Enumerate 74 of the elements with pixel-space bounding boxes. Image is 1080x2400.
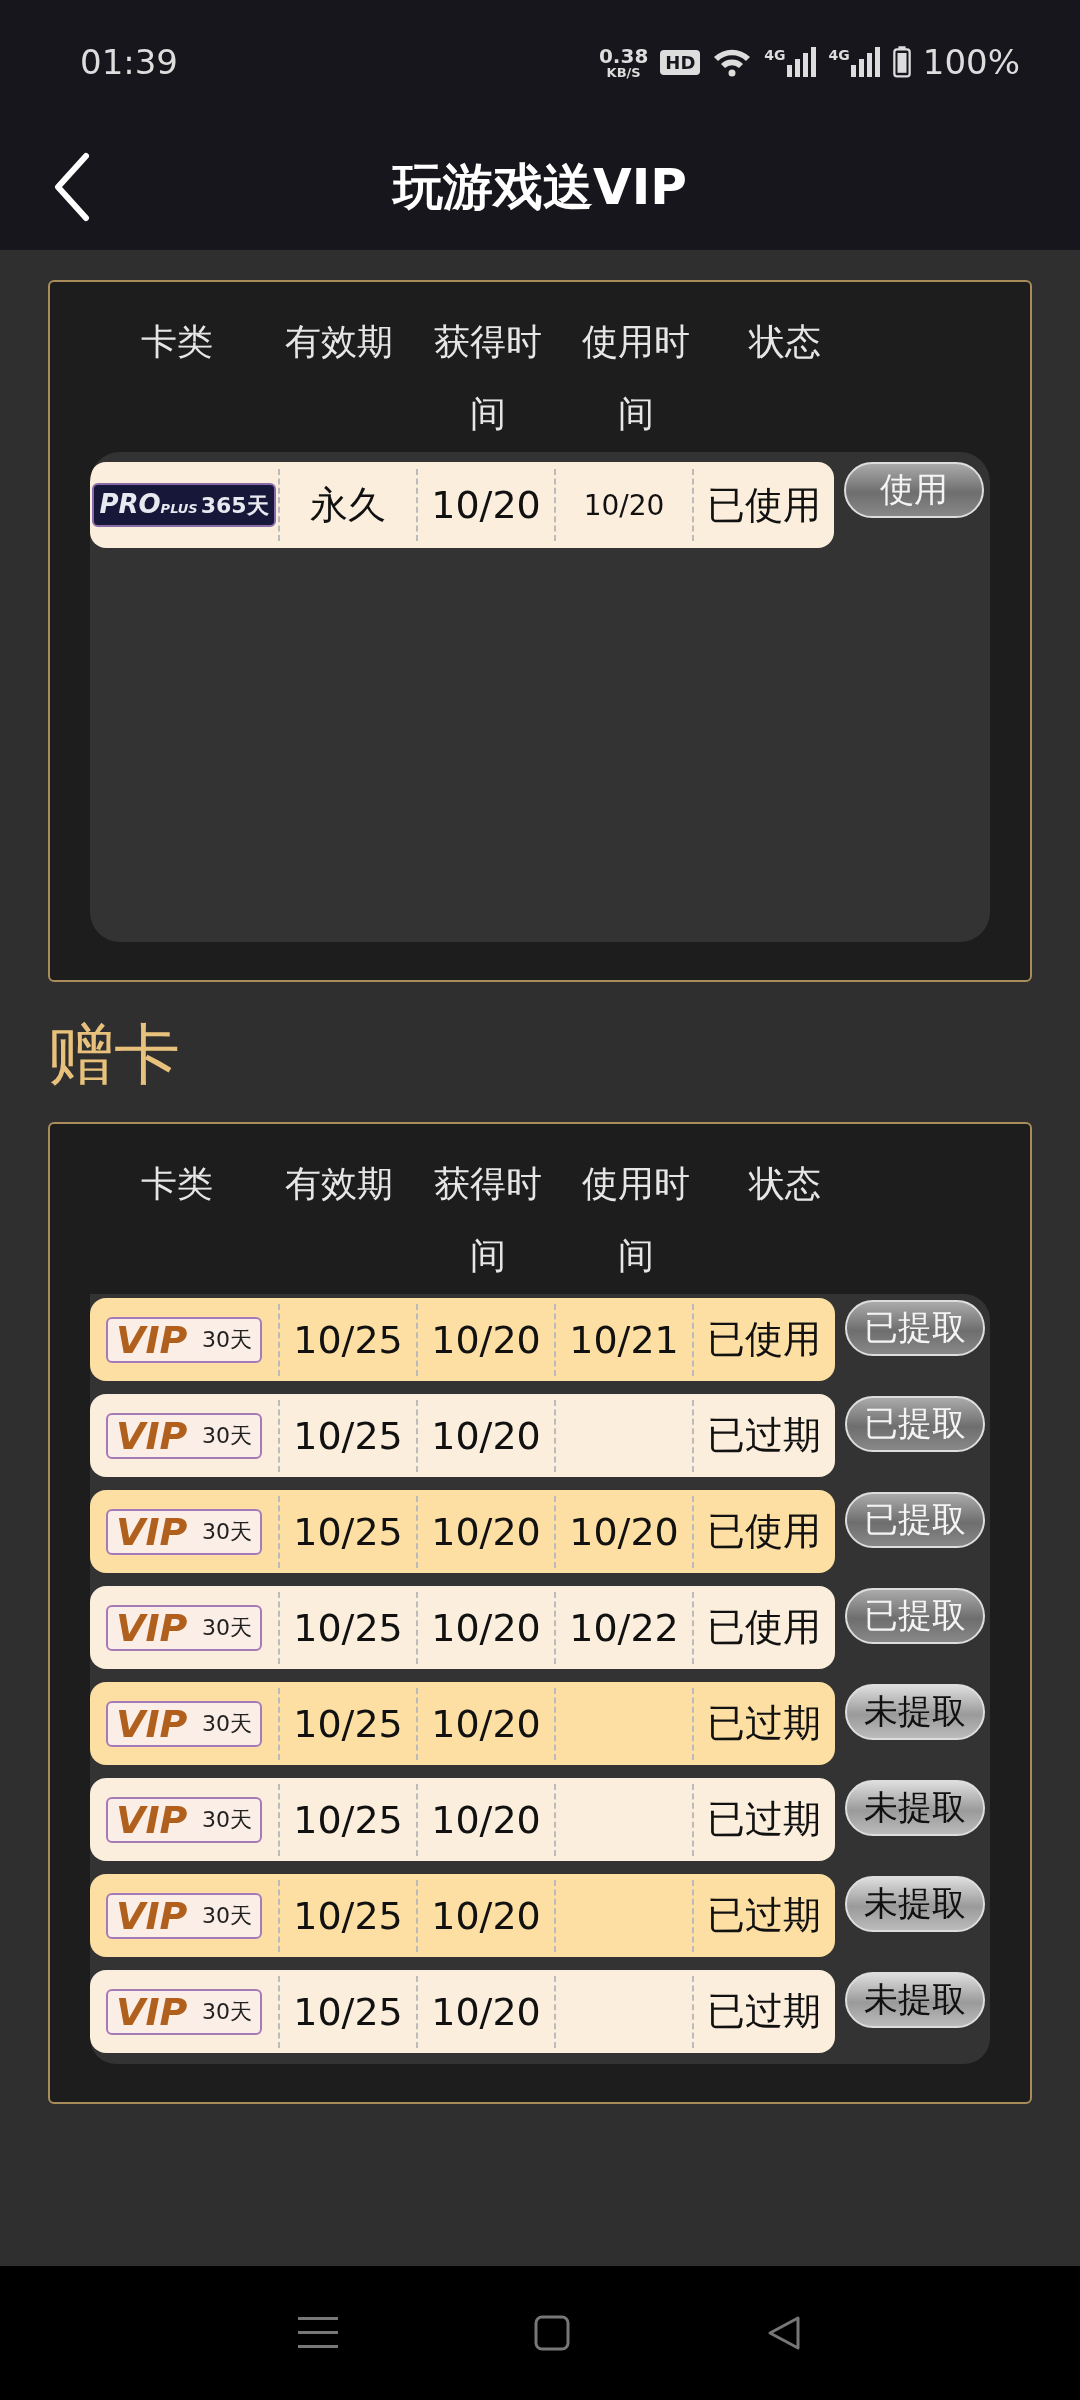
battery-level: 100% — [922, 42, 1020, 82]
card-badge: VIP 30天 — [106, 1700, 262, 1747]
table-cell: 10/20 — [431, 1413, 541, 1458]
table-cell: 10/25 — [293, 1989, 403, 2034]
menu-icon[interactable] — [298, 2315, 338, 2351]
table-cell: 10/22 — [569, 1605, 679, 1650]
column-header: 卡类 — [141, 1162, 213, 1206]
table-cell: 10/25 — [293, 1893, 403, 1938]
section-title: 赠卡 — [48, 1015, 181, 1095]
claim-button[interactable]: 已提取 — [845, 1300, 985, 1356]
claim-button[interactable]: 未提取 — [845, 1780, 985, 1836]
hd-badge: HD — [660, 49, 701, 75]
claim-button[interactable]: 未提取 — [845, 1972, 985, 2028]
table-cell: 10/20 — [431, 1701, 541, 1746]
table-cell-text: 已使用 — [707, 1316, 821, 1363]
table-cell-text: 已过期 — [707, 1700, 821, 1747]
table-cell-text: 已过期 — [707, 1412, 821, 1459]
network-speed: 0.38 KB/S — [598, 45, 649, 79]
page-title: 玩游戏送VIP — [393, 156, 687, 218]
back-icon[interactable] — [52, 152, 92, 222]
column-header: 获得时间 — [433, 1162, 543, 1278]
wifi-icon — [712, 47, 753, 77]
card-badge: VIP 30天 — [106, 1604, 262, 1651]
card-badge: VIP 30天 — [106, 1508, 262, 1555]
table-cell-text: 已使用 — [707, 481, 821, 529]
claim-button[interactable]: 已提取 — [845, 1588, 985, 1644]
card-badge: VIP 30天 — [106, 1892, 262, 1939]
table-cell-text: 已使用 — [707, 1604, 821, 1651]
column-header: 有效期 — [284, 320, 394, 364]
table-cell: 10/20 — [431, 1893, 541, 1938]
table-cell-text: 永久 — [310, 481, 386, 529]
table-cell: 10/21 — [569, 1317, 679, 1362]
claim-button[interactable]: 未提取 — [845, 1684, 985, 1740]
claim-button[interactable]: 使用 — [844, 462, 984, 518]
table-cell-text: 已过期 — [707, 1988, 821, 2035]
card-badge: VIP 30天 — [106, 1988, 262, 2035]
table-cell: 10/20 — [431, 1989, 541, 2034]
column-header: 使用时间 — [581, 320, 691, 436]
signal-icon — [850, 47, 881, 77]
table-cell: 10/20 — [431, 1797, 541, 1842]
home-icon[interactable] — [534, 2315, 570, 2351]
network-type: 4G — [828, 47, 850, 63]
table-cell-text: 已使用 — [707, 1508, 821, 1555]
card-badge: PROPLUS 365天 — [92, 483, 276, 527]
clock: 01:39 — [80, 42, 178, 82]
column-header: 状态 — [749, 320, 821, 364]
card-badge: VIP 30天 — [106, 1316, 262, 1363]
table-cell: 10/20 — [583, 488, 665, 522]
table-cell: 10/25 — [293, 1701, 403, 1746]
table-cell: 10/25 — [293, 1317, 403, 1362]
table-cell: 10/25 — [293, 1509, 403, 1554]
table-cell: 10/20 — [431, 483, 541, 527]
table-cell: 10/20 — [569, 1509, 679, 1554]
table-cell: 10/25 — [293, 1413, 403, 1458]
claim-button[interactable]: 已提取 — [845, 1396, 985, 1452]
signal-icon — [786, 47, 817, 77]
column-header: 卡类 — [141, 320, 213, 364]
table-cell: 10/20 — [431, 1509, 541, 1554]
claim-button[interactable]: 未提取 — [845, 1876, 985, 1932]
table-cell-text: 已过期 — [707, 1892, 821, 1939]
claim-button[interactable]: 已提取 — [845, 1492, 985, 1548]
network-type: 4G — [764, 47, 786, 63]
table-cell: 10/20 — [431, 1605, 541, 1650]
column-header: 获得时间 — [433, 320, 543, 436]
card-badge: VIP 30天 — [106, 1796, 262, 1843]
table-cell: 10/20 — [431, 1317, 541, 1362]
column-header: 有效期 — [284, 1162, 394, 1206]
column-header: 使用时间 — [581, 1162, 691, 1278]
battery-icon — [892, 45, 911, 79]
table-cell-text: 已过期 — [707, 1796, 821, 1843]
table-cell: 10/25 — [293, 1797, 403, 1842]
table-cell: 10/25 — [293, 1605, 403, 1650]
card-badge: VIP 30天 — [106, 1412, 262, 1459]
column-header: 状态 — [749, 1162, 821, 1206]
